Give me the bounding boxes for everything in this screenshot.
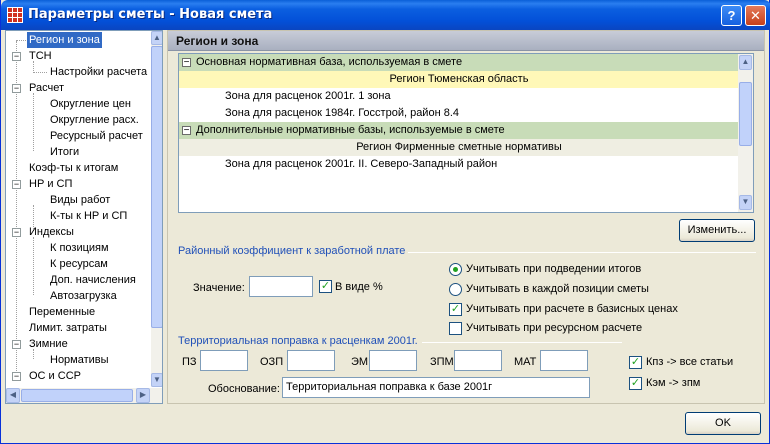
- radio-at-totals-label: Учитывать при подведении итогов: [466, 263, 642, 275]
- tree-horizontal-scrollbar[interactable]: ◀ ▶: [6, 388, 162, 403]
- pz-label: ПЗ: [182, 356, 197, 368]
- radio-each-position-label: Учитывать в каждой позиции сметы: [466, 283, 649, 295]
- settings-tree[interactable]: Регион и зона − ТСН Настройки расчета − …: [5, 30, 163, 404]
- grid-region-row[interactable]: Регион Тюменская область: [179, 71, 739, 88]
- grid-zone-row[interactable]: Зона для расценок 1984г. Госстрой, район…: [179, 105, 739, 122]
- grid-group-row[interactable]: − Дополнительные нормативные базы, испол…: [179, 122, 739, 139]
- percent-label: В виде %: [335, 281, 383, 293]
- radio-each-position[interactable]: [449, 283, 462, 296]
- scroll-right-icon[interactable]: ▶: [136, 388, 150, 403]
- close-button[interactable]: ✕: [745, 5, 766, 26]
- tree-item-total-coefs[interactable]: Коэф-ты к итогам: [29, 160, 118, 176]
- tree-line: [33, 237, 34, 295]
- tree-item-to-resources[interactable]: К ресурсам: [50, 256, 108, 272]
- tree-line: [16, 40, 26, 41]
- grid-zone-row[interactable]: Зона для расценок 2001г. II. Северо-Запа…: [179, 156, 739, 173]
- collapse-icon[interactable]: −: [12, 372, 21, 381]
- tree-item-autoload[interactable]: Автозагрузка: [50, 288, 117, 304]
- tree-item-calc[interactable]: Расчет: [29, 80, 64, 96]
- tree-item-winter[interactable]: Зимние: [29, 336, 68, 352]
- tree-item-totals[interactable]: Итоги: [50, 144, 79, 160]
- tree-item-variables[interactable]: Переменные: [29, 304, 95, 320]
- tree-item-calc-settings[interactable]: Настройки расчета: [50, 64, 147, 80]
- tree-item-nr-sp-coefs[interactable]: К-ты к НР и СП: [50, 208, 127, 224]
- collapse-icon[interactable]: −: [12, 84, 21, 93]
- radio-at-totals[interactable]: [449, 263, 462, 276]
- dialog-window: Параметры сметы - Новая смета ? ✕ Регион…: [0, 0, 770, 444]
- tree-line: [33, 72, 47, 73]
- resource-calc-checkbox[interactable]: [449, 322, 462, 335]
- tree-item-norms[interactable]: Нормативы: [50, 352, 109, 368]
- grid-region-row[interactable]: Регион Фирменные сметные нормативы: [179, 139, 739, 156]
- scroll-thumb[interactable]: [151, 46, 162, 328]
- value-label: Значение:: [193, 282, 245, 294]
- kpz-label: Кпз -> все статьи: [646, 356, 734, 368]
- title-bar[interactable]: Параметры сметы - Новая смета ? ✕: [1, 0, 770, 30]
- tree-item-usage-rounding[interactable]: Округление расх.: [50, 112, 139, 128]
- kpz-checkbox[interactable]: ✓: [629, 356, 642, 369]
- kem-label: Кэм -> зпм: [646, 377, 701, 389]
- collapse-icon[interactable]: −: [12, 180, 21, 189]
- tree-item-to-positions[interactable]: К позициям: [50, 240, 109, 256]
- tree-item-tsn[interactable]: ТСН: [29, 48, 52, 64]
- collapse-icon[interactable]: −: [182, 58, 191, 68]
- kem-checkbox[interactable]: ✓: [629, 377, 642, 390]
- norm-bases-grid[interactable]: − Основная нормативная база, используема…: [178, 53, 754, 213]
- basic-prices-checkbox[interactable]: ✓: [449, 303, 462, 316]
- divider: [408, 252, 756, 253]
- ozp-label: ОЗП: [260, 356, 284, 368]
- grid-group-row[interactable]: − Основная нормативная база, используема…: [179, 54, 739, 71]
- scroll-down-icon[interactable]: ▼: [151, 373, 162, 387]
- tree-item-price-rounding[interactable]: Округление цен: [50, 96, 131, 112]
- tree-item-nr-sp[interactable]: НР и СП: [29, 176, 72, 192]
- percent-checkbox[interactable]: ✓: [319, 280, 332, 293]
- district-coef-title: Районный коэффициент к заработной плате: [178, 245, 406, 257]
- tree-item-indices[interactable]: Индексы: [29, 224, 74, 240]
- grid-vertical-scrollbar[interactable]: ▲ ▼: [738, 54, 753, 212]
- tree-item-region-zone[interactable]: Регион и зона: [27, 32, 102, 48]
- scroll-up-icon[interactable]: ▲: [151, 31, 162, 45]
- collapse-icon[interactable]: −: [12, 52, 21, 61]
- em-input[interactable]: [369, 350, 417, 371]
- grid-zone-row[interactable]: Зона для расценок 2001г. 1 зона: [179, 88, 739, 105]
- window-title: Параметры сметы - Новая смета: [28, 7, 273, 22]
- basis-input[interactable]: Территориальная поправка к базе 2001г: [282, 377, 590, 398]
- ok-button[interactable]: OK: [685, 412, 761, 435]
- scroll-left-icon[interactable]: ◀: [6, 388, 20, 403]
- panel-title: Регион и зона: [168, 31, 764, 51]
- zpm-label: ЗПМ: [430, 356, 454, 368]
- collapse-icon[interactable]: −: [12, 340, 21, 349]
- tree-item-limit-costs[interactable]: Лимит. затраты: [29, 320, 107, 336]
- district-value-input[interactable]: [249, 276, 313, 297]
- tree-item-extra-charges[interactable]: Доп. начисления: [50, 272, 136, 288]
- change-button[interactable]: Изменить...: [679, 219, 755, 242]
- help-button[interactable]: ?: [721, 5, 742, 26]
- pz-input[interactable]: [200, 350, 248, 371]
- scroll-down-icon[interactable]: ▼: [739, 195, 752, 210]
- scroll-up-icon[interactable]: ▲: [739, 55, 752, 70]
- ozp-input[interactable]: [287, 350, 335, 371]
- tree-item-work-types[interactable]: Виды работ: [50, 192, 110, 208]
- scroll-thumb[interactable]: [739, 82, 752, 146]
- mat-input[interactable]: [540, 350, 588, 371]
- tree-item-os-ssr[interactable]: ОС и ССР: [29, 368, 81, 384]
- mat-label: МАТ: [514, 356, 537, 368]
- territorial-title: Территориальная поправка к расценкам 200…: [178, 335, 418, 347]
- resource-calc-label: Учитывать при ресурсном расчете: [466, 322, 643, 334]
- collapse-icon[interactable]: −: [12, 228, 21, 237]
- app-grid-icon: [7, 7, 23, 23]
- zpm-input[interactable]: [454, 350, 502, 371]
- em-label: ЭМ: [351, 356, 369, 368]
- tree-item-resource-calc[interactable]: Ресурсный расчет: [50, 128, 143, 144]
- basic-prices-label: Учитывать при расчете в базисных ценах: [466, 303, 678, 315]
- settings-panel: Регион и зона − Основная нормативная баз…: [167, 30, 765, 404]
- basis-label: Обоснование:: [208, 383, 280, 395]
- divider: [422, 342, 622, 343]
- scroll-thumb[interactable]: [21, 389, 133, 402]
- collapse-icon[interactable]: −: [182, 126, 191, 136]
- tree-vertical-scrollbar[interactable]: ▲ ▼: [151, 31, 162, 387]
- tree-line: [33, 93, 34, 151]
